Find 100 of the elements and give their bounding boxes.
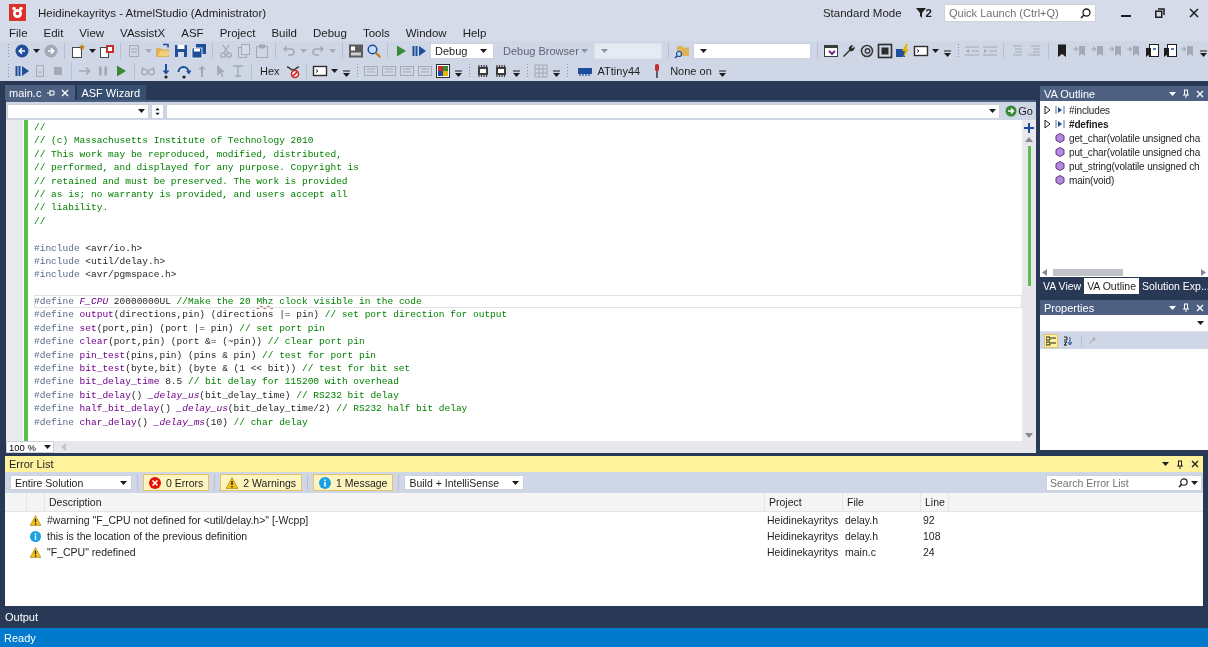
window-icon[interactable] <box>823 43 839 59</box>
panel-tab[interactable]: VA View <box>1040 278 1085 294</box>
close-icon[interactable] <box>1191 460 1199 468</box>
caret-icon[interactable] <box>1169 91 1176 96</box>
step-over-icon[interactable] <box>176 63 192 79</box>
overflow-icon[interactable] <box>512 69 520 77</box>
outline-item[interactable]: #includes <box>1069 104 1110 116</box>
no-sign-icon[interactable] <box>284 63 301 79</box>
scroll-down-icon[interactable] <box>1025 433 1033 439</box>
alphabetical-view-button[interactable] <box>1061 333 1075 348</box>
caret-icon[interactable] <box>932 49 939 53</box>
device-programming-icon[interactable] <box>348 43 364 59</box>
restore-icon[interactable] <box>1155 7 1165 18</box>
hex-toggle[interactable]: Hex <box>256 62 284 80</box>
column-header[interactable]: Description <box>45 493 765 512</box>
filter-icon[interactable] <box>915 7 926 18</box>
scrollbar-thumb[interactable] <box>1053 268 1123 276</box>
outline-item[interactable]: put_char(volatile unsigned cha <box>1069 146 1201 158</box>
source-dropdown[interactable]: Build + IntelliSense <box>404 475 525 490</box>
overflow-icon[interactable] <box>454 69 462 77</box>
column-header[interactable]: File <box>843 493 921 512</box>
overflow-icon[interactable] <box>342 69 350 77</box>
caret-icon[interactable] <box>1191 480 1198 485</box>
caret-icon[interactable] <box>330 69 338 73</box>
caret-icon[interactable] <box>89 49 96 53</box>
menu-item[interactable]: Help <box>454 27 495 39</box>
caret-icon[interactable] <box>44 445 51 449</box>
spin-button[interactable] <box>151 103 164 119</box>
go-button[interactable]: Go <box>1002 103 1036 119</box>
device-button[interactable]: ATtiny44 <box>571 62 645 80</box>
scroll-left-icon[interactable] <box>1042 268 1047 276</box>
frame-icon[interactable] <box>877 43 893 59</box>
scope-dropdown[interactable]: Entire Solution <box>10 475 132 490</box>
collapsed-arrow-icon[interactable] <box>1044 106 1051 114</box>
window-icon[interactable] <box>311 63 328 79</box>
outline-item[interactable]: #defines <box>1069 118 1109 130</box>
menu-item[interactable]: File <box>1 27 36 39</box>
scroll-up-icon[interactable] <box>1025 136 1033 142</box>
tool-button[interactable]: None on <box>644 62 716 80</box>
message-filter-button[interactable]: 1 Message <box>313 474 394 491</box>
menu-item[interactable]: Build <box>263 27 305 39</box>
document-tab[interactable]: ASF Wizard <box>77 85 147 100</box>
outline-item[interactable]: put_string(volatile unsigned ch <box>1069 160 1200 172</box>
menu-item[interactable]: Edit <box>35 27 72 39</box>
lightning-icon[interactable] <box>895 43 911 59</box>
caret-icon[interactable] <box>120 480 127 485</box>
scroll-right-icon[interactable] <box>1201 268 1206 276</box>
caret-icon[interactable] <box>1162 462 1169 466</box>
caret-icon[interactable] <box>989 109 997 113</box>
column-header[interactable]: Line <box>921 493 949 512</box>
add-item-icon[interactable] <box>99 43 115 59</box>
bookmark-document-icon[interactable] <box>1162 43 1178 59</box>
error-filter-button[interactable]: 0 Errors <box>143 474 210 491</box>
panel-tab[interactable]: VA Outline <box>1084 278 1139 294</box>
continue-icon[interactable] <box>411 43 427 59</box>
caret-icon[interactable] <box>1169 305 1176 310</box>
search-field[interactable]: Search Error List <box>1046 474 1202 491</box>
back-icon[interactable] <box>14 43 30 59</box>
outline-item[interactable]: get_char(volatile unsigned cha <box>1069 132 1201 144</box>
save-icon[interactable] <box>173 43 189 59</box>
collapsed-arrow-icon[interactable] <box>1044 120 1051 128</box>
bookmark-document-icon[interactable] <box>1144 43 1160 59</box>
scrollbar-thumb[interactable] <box>1027 146 1031 286</box>
overflow-icon[interactable] <box>718 69 726 77</box>
overflow-icon[interactable] <box>944 49 951 57</box>
search-icon[interactable] <box>1080 7 1091 19</box>
overflow-icon[interactable] <box>1200 49 1207 57</box>
menu-item[interactable]: Tools <box>354 27 398 39</box>
quick-launch-field[interactable]: Quick Launch (Ctrl+Q) <box>944 3 1096 22</box>
continue-icon[interactable] <box>14 63 30 79</box>
categorized-view-button[interactable] <box>1044 333 1058 348</box>
panel-tab[interactable]: Output <box>5 611 39 623</box>
column-header[interactable]: Project <box>765 493 843 512</box>
menu-item[interactable]: Window <box>397 27 455 39</box>
new-project-icon[interactable] <box>70 43 86 59</box>
menu-item[interactable]: Project <box>211 27 264 39</box>
save-all-icon[interactable] <box>191 43 207 59</box>
menu-item[interactable]: Debug <box>305 27 355 39</box>
wrench-icon[interactable] <box>841 43 857 59</box>
panel-tab[interactable]: Solution Exp... <box>1139 278 1208 294</box>
caret-icon[interactable] <box>700 49 707 53</box>
menu-item[interactable]: View <box>71 27 113 39</box>
search-icon[interactable] <box>1178 477 1188 488</box>
close-icon[interactable] <box>1189 7 1199 18</box>
configuration-dropdown[interactable]: Debug <box>430 43 494 59</box>
caret-icon[interactable] <box>1197 321 1204 325</box>
caret-icon[interactable] <box>480 49 487 53</box>
outline-item[interactable]: main(void) <box>1069 174 1115 186</box>
caret-icon[interactable] <box>138 109 145 113</box>
menu-item[interactable]: ASF <box>173 27 212 39</box>
caret-icon[interactable] <box>33 49 40 53</box>
zoom-dropdown[interactable]: 100 % <box>6 441 54 453</box>
warning-filter-button[interactable]: 2 Warnings <box>220 474 303 491</box>
window-icon[interactable] <box>913 43 929 59</box>
open-folder-icon[interactable] <box>155 43 171 59</box>
split-icon[interactable] <box>1024 123 1034 133</box>
overflow-icon[interactable] <box>552 69 560 77</box>
pin-icon[interactable] <box>1176 459 1184 469</box>
cycle-icon[interactable] <box>859 43 875 59</box>
color-palette-icon[interactable] <box>434 63 451 79</box>
